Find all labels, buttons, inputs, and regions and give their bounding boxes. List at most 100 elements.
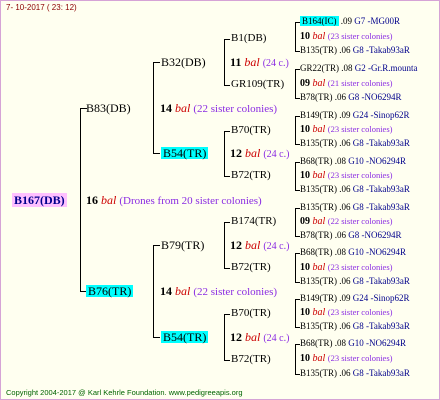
gen4-row-8: B135(TR) .06 G8 -Takab93aR [300,185,410,194]
gen2-branch-down-2 [224,176,230,177]
gen3-bal: bal [312,307,326,318]
gen4-row-16: B135(TR) .06 G8 -Takab93aR [300,369,410,378]
gen3-queen-2[interactable]: GR109(TR) [231,79,284,90]
gen2-count: 12 [230,330,242,344]
gen4-queen[interactable]: B135(TR) [300,45,337,55]
gen3-queen-3[interactable]: B70(TR) [231,125,271,136]
gen3-vline-5 [295,208,296,236]
gen3-bal: bal [312,262,326,273]
gen1-count: 14 [160,101,172,115]
gen4-queen[interactable]: B164(IC) [300,16,339,26]
gen3-sisters: (23 sister colonies) [327,124,393,134]
gen4-year: .06 [339,45,351,55]
gen4-year: .08 [334,247,346,257]
gen1-vline-2 [153,245,154,337]
gen2-bal: bal [245,330,261,344]
gen4-queen[interactable]: B68(TR) [300,247,333,257]
gen4-year: .06 [334,92,346,102]
gen2-branch-up-2 [224,131,230,132]
gen2-sisters: (24 c.) [263,241,290,252]
gen2-bal: bal [245,238,261,252]
gen1-branch-up-1 [153,62,160,63]
gen4-year: .06 [334,230,346,240]
gen2-branch-down-1 [224,85,230,86]
gen1-drone-info-1: 14 bal (22 sister colonies) [160,102,277,115]
gen2-queen-3[interactable]: B79(TR) [161,239,204,251]
gen4-queen[interactable]: B78(TR) [300,230,333,240]
root-vline [80,108,81,291]
gen4-year: .06 [339,276,351,286]
gen4-queen[interactable]: B135(TR) [300,276,337,286]
gen3-queen-5[interactable]: B174(TR) [231,216,276,227]
gen4-origin: G24 -Sinop62R [352,110,410,120]
gen1-bal: bal [175,101,191,115]
gen3-vline-1 [295,22,296,51]
gen4-origin: G8 -Takab93aR [352,138,410,148]
gen2-queen-4[interactable]: B54(TR) [161,331,209,343]
gen2-drone-info-2: 12 bal (24 c.) [230,147,289,160]
gen2-count: 11 [230,55,242,69]
gen4-row-3: GR22(TR) .08 G2 -Gr.R.mounta [300,64,418,73]
gen4-row-6: B135(TR) .06 G8 -Takab93aR [300,139,410,148]
gen2-sisters: (24 c.) [263,149,290,160]
gen3-bal: bal [312,78,326,89]
gen4-origin: G8 -NO6294R [348,92,402,102]
gen4-row-11: B68(TR) .08 G10 -NO6294R [300,248,406,257]
gen1-queen-2[interactable]: B76(TR) [86,285,134,297]
gen1-queen-1[interactable]: B83(DB) [86,102,131,114]
gen2-queen-1[interactable]: B32(DB) [161,56,206,68]
gen2-count: 12 [230,238,242,252]
gen2-vline-4 [224,314,225,360]
gen3-sisters: (23 sister colonies) [327,307,393,317]
gen3-drone-info-1: 10 bal (23 sister colonies) [300,32,392,42]
gen4-row-15: B68(TR) .08 G10 -NO6294R [300,339,406,348]
gen4-origin: G10 -NO6294R [348,156,406,166]
gen3-count: 10 [300,262,310,273]
gen4-year: .06 [339,138,351,148]
gen3-drone-info-2: 09 bal (21 sister colonies) [300,79,392,89]
gen3-queen-8[interactable]: B72(TR) [231,354,271,365]
gen3-queen-7[interactable]: B70(TR) [231,308,271,319]
gen2-sisters: (24 c.) [262,58,289,69]
gen4-row-13: B149(TR) .09 G24 -Sinop62R [300,294,410,303]
root-bal: bal [101,193,117,207]
root-count: 16 [86,193,98,207]
copyright-footer: Copyright 2004-2017 @ Karl Kehrle Founda… [6,388,243,397]
root-queen[interactable]: B167(DB) [12,193,67,207]
gen4-queen[interactable]: B135(TR) [300,202,337,212]
gen2-sisters: (24 c.) [263,333,290,344]
gen3-count: 10 [300,31,310,42]
gen2-branch-down-3 [224,268,230,269]
gen4-queen[interactable]: B68(TR) [300,338,333,348]
gen4-queen[interactable]: B68(TR) [300,156,333,166]
gen4-queen[interactable]: B78(TR) [300,92,333,102]
gen3-count: 10 [300,307,310,318]
gen1-branch-down-2 [153,337,160,338]
gen4-origin: G10 -NO6294R [348,247,406,257]
gen3-count: 10 [300,124,310,135]
gen3-queen-1[interactable]: B1(DB) [231,33,266,44]
gen2-drone-info-4: 12 bal (24 c.) [230,331,289,344]
gen4-queen[interactable]: B149(TR) [300,110,337,120]
gen3-queen-4[interactable]: B72(TR) [231,170,271,181]
gen3-queen-6[interactable]: B72(TR) [231,262,271,273]
gen4-queen[interactable]: B135(TR) [300,368,337,378]
gen4-origin: G8 -Takab93aR [352,45,410,55]
gen4-origin: G24 -Sinop62R [352,293,410,303]
gen3-sisters: (22 sister colonies) [327,216,393,226]
gen4-queen[interactable]: B135(TR) [300,138,337,148]
gen4-queen[interactable]: GR22(TR) [300,63,339,73]
gen4-queen[interactable]: B135(TR) [300,321,337,331]
gen3-sisters: (21 sister colonies) [327,78,393,88]
gen2-queen-2[interactable]: B54(TR) [161,147,209,159]
gen4-year: .08 [334,156,346,166]
gen4-year: .08 [341,63,353,73]
gen4-queen[interactable]: B149(TR) [300,293,337,303]
gen3-sisters: (23 sister colonies) [327,353,393,363]
gen4-queen[interactable]: B135(TR) [300,184,337,194]
gen4-row-10: B78(TR) .06 G8 -NO6294R [300,231,402,240]
gen3-count: 09 [300,216,310,227]
gen4-origin: G8 -Takab93aR [352,321,410,331]
gen1-sisters: (22 sister colonies) [193,103,278,115]
gen4-row-9: B135(TR) .06 G8 -Takab93aR [300,203,410,212]
